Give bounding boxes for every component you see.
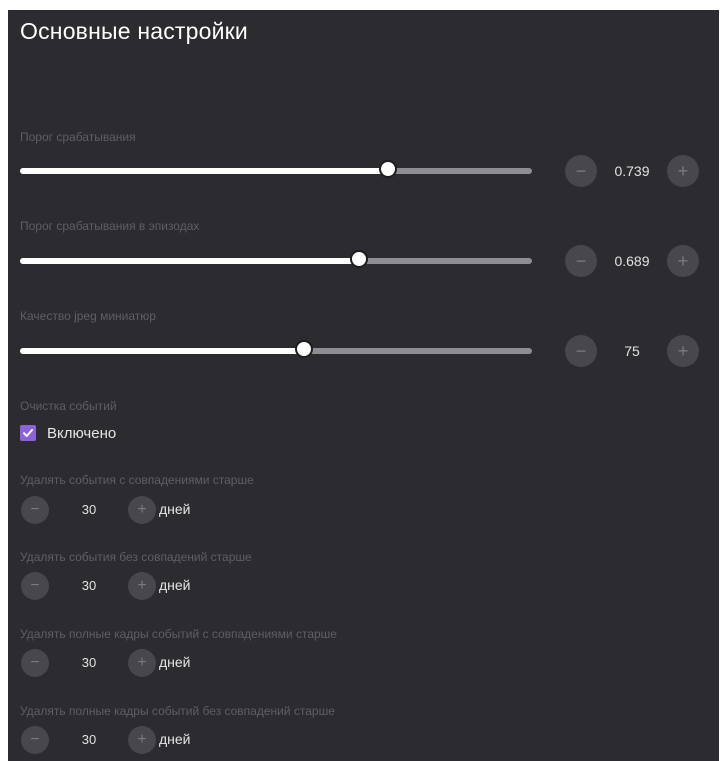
minus-icon: − [575,161,587,181]
threshold-slider[interactable] [20,160,532,178]
threshold-slider-fill [20,168,388,174]
retention-frames-unmatched-value: 30 [81,732,97,747]
retention-frames-matched-increment-button[interactable]: + [128,649,156,677]
episode-threshold-slider-thumb[interactable] [350,250,368,268]
plus-icon: + [137,577,147,594]
retention-frames-matched-unit: дней [159,654,191,670]
minus-icon: − [30,501,40,518]
minus-icon: − [575,251,587,271]
plus-icon: + [137,731,147,748]
plus-icon: + [677,161,689,181]
retention-unmatched-label: Удалять события без совпадений старше [20,550,252,564]
jpeg-quality-slider[interactable] [20,340,532,358]
retention-unmatched-value: 30 [81,578,97,593]
episode-threshold-increment-button[interactable]: + [667,245,699,277]
page-title: Основные настройки [20,18,248,44]
plus-icon: + [677,251,689,271]
retention-frames-unmatched-label: Удалять полные кадры событий без совпаде… [20,704,335,718]
retention-frames-unmatched-unit: дней [159,731,191,747]
settings-panel: Основные настройки Порог срабатывания − … [8,10,719,761]
episode-threshold-slider-fill [20,258,359,264]
retention-matched-increment-button[interactable]: + [128,496,156,524]
jpeg-quality-slider-fill [20,348,304,354]
retention-matched-value: 30 [81,502,97,517]
retention-unmatched-decrement-button[interactable]: − [21,572,49,600]
threshold-slider-thumb[interactable] [379,160,397,178]
plus-icon: + [137,501,147,518]
retention-matched-unit: дней [159,501,191,517]
plus-icon: + [677,341,689,361]
jpeg-quality-label: Качество jpeg миниатюр [20,309,156,323]
retention-frames-matched-value: 30 [81,655,97,670]
minus-icon: − [30,577,40,594]
episode-threshold-value: 0.689 [614,253,650,269]
plus-icon: + [137,654,147,671]
check-icon [23,429,33,437]
minus-icon: − [30,731,40,748]
episode-threshold-slider[interactable] [20,250,532,268]
threshold-label: Порог срабатывания [20,130,136,144]
jpeg-quality-value: 75 [624,343,640,359]
retention-matched-label: Удалять события с совпадениями старше [20,473,254,487]
episode-threshold-decrement-button[interactable]: − [565,245,597,277]
cleanup-enabled-label: Включено [47,425,117,442]
threshold-value: 0.739 [614,163,650,179]
retention-frames-unmatched-decrement-button[interactable]: − [21,726,49,754]
cleanup-enabled-checkbox[interactable] [20,425,36,441]
jpeg-quality-decrement-button[interactable]: − [565,335,597,367]
retention-frames-matched-label: Удалять полные кадры событий с совпадени… [20,627,337,641]
minus-icon: − [30,654,40,671]
threshold-increment-button[interactable]: + [667,155,699,187]
retention-frames-unmatched-increment-button[interactable]: + [128,726,156,754]
retention-unmatched-unit: дней [159,577,191,593]
retention-frames-matched-decrement-button[interactable]: − [21,649,49,677]
retention-unmatched-increment-button[interactable]: + [128,572,156,600]
jpeg-quality-increment-button[interactable]: + [667,335,699,367]
minus-icon: − [575,341,587,361]
cleanup-label: Очистка событий [20,399,117,413]
retention-matched-decrement-button[interactable]: − [21,496,49,524]
jpeg-quality-slider-thumb[interactable] [295,340,313,358]
episode-threshold-label: Порог срабатывания в эпизодах [20,219,200,233]
threshold-decrement-button[interactable]: − [565,155,597,187]
